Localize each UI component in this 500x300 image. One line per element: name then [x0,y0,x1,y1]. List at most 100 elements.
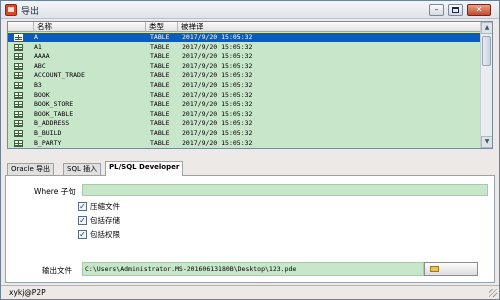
table-icon [14,82,23,89]
scroll-up-button[interactable]: ▲ [481,22,492,34]
resize-grip-icon[interactable] [489,289,497,297]
scroll-thumb[interactable] [482,36,491,66]
row-name: BOOK_TABLE [34,109,74,118]
list-header: 名称 类型 被禅译 [8,22,480,32]
tab-oracle-export[interactable]: Oracle 导出 [7,163,55,175]
minimize-button[interactable]: – [429,4,444,16]
table-row[interactable]: BOOK TABLE 2017/9/20 15:05:32 [8,91,480,100]
row-date: 2017/9/20 15:05:32 [182,33,253,41]
maximize-button[interactable] [448,4,463,16]
export-window: 导出 – ✕ 名称 类型 被禅译 A TABLE 2017/9/20 15:05:3… [0,0,500,300]
column-header-name[interactable]: 名称 [34,22,146,32]
output-file-label: 输出文件 [42,266,72,275]
row-type: TABLE [150,109,170,118]
table-icon [14,43,23,51]
row-name: A1 [34,42,42,51]
folder-icon [430,266,439,272]
row-type: TABLE [150,129,170,137]
row-date: 2017/9/20 15:05:32 [182,100,253,109]
table-row[interactable]: B_ADDRESS TABLE 2017/9/20 15:05:32 [8,119,480,128]
include-privileges-checkbox[interactable]: ✓ [78,230,87,239]
vertical-scrollbar[interactable]: ▲ ▼ [480,22,492,148]
table-row[interactable]: B3 TABLE 2017/9/20 15:05:32 [8,81,480,90]
table-icon [14,91,23,99]
row-name: BOOK [34,90,50,99]
export-options-panel: Where 子句 ✓ 压缩文件 ✓ 包括存储 ✓ 包括权限 输出文件 C:\Us… [5,175,495,283]
row-type: TABLE [150,52,170,61]
row-name: B_PARTY [34,138,62,147]
row-name: A [34,33,38,41]
close-icon: ✕ [475,5,483,14]
app-icon [5,4,17,16]
table-row[interactable]: A1 TABLE 2017/9/20 15:05:32 [8,43,480,52]
row-name: B_ADDRESS [34,119,70,128]
row-type: TABLE [150,81,170,89]
row-date: 2017/9/20 15:05:32 [182,71,253,80]
table-row[interactable]: ABC TABLE 2017/9/20 15:05:32 [8,62,480,71]
row-name: ACCOUNT_TRADE [34,71,85,80]
title-bar[interactable]: 导出 – ✕ [1,1,499,19]
row-type: TABLE [150,100,170,109]
where-clause-label: Where 子句 [34,187,76,196]
header-icon-column [8,22,34,32]
row-date: 2017/9/20 15:05:32 [182,42,253,51]
table-row[interactable]: ACCOUNT_TRADE TABLE 2017/9/20 15:05:32 [8,71,480,80]
where-clause-input[interactable] [82,184,488,196]
maximize-icon [452,7,459,13]
table-row[interactable]: BOOK_TABLE TABLE 2017/9/20 15:05:32 [8,110,480,119]
table-row[interactable]: AAAA TABLE 2017/9/20 15:05:32 [8,52,480,61]
row-date: 2017/9/20 15:05:32 [182,119,253,128]
row-date: 2017/9/20 15:05:32 [182,129,253,137]
include-storage-checkbox[interactable]: ✓ [78,216,87,225]
connection-status: xykj@P2P [9,288,46,297]
table-row[interactable]: A TABLE 2017/9/20 15:05:32 [8,33,480,42]
row-name: B_BUILD [34,129,62,137]
table-row[interactable]: B_BUILD TABLE 2017/9/20 15:05:32 [8,129,480,138]
row-type: TABLE [150,71,170,80]
row-type: TABLE [150,138,170,147]
compress-checkbox[interactable]: ✓ [78,202,87,211]
list-body: A TABLE 2017/9/20 15:05:32 A1 TABLE 2017/9/20… [8,33,480,148]
table-icon [14,62,23,70]
tab-bar: Oracle 导出 SQL 插入 PL/SQL Developer [7,161,495,176]
scroll-down-button[interactable]: ▼ [481,136,492,148]
table-icon [14,110,23,118]
column-header-date[interactable]: 被禅译 [178,22,480,32]
row-date: 2017/9/20 15:05:32 [182,109,253,118]
table-icon [14,72,23,80]
table-icon [14,34,23,41]
row-name: AAAA [34,52,50,61]
table-icon [14,101,23,109]
include-storage-label: 包括存储 [90,216,120,225]
table-icon [14,139,23,147]
row-date: 2017/9/20 15:05:32 [182,52,253,61]
row-date: 2017/9/20 15:05:32 [182,61,253,70]
row-type: TABLE [150,33,170,41]
table-row[interactable]: B_PARTY TABLE 2017/9/20 15:05:32 [8,139,480,148]
row-name: B3 [34,81,42,89]
table-icon [14,130,23,137]
close-button[interactable]: ✕ [467,4,491,16]
window-title: 导出 [21,7,40,17]
row-type: TABLE [150,42,170,51]
browse-button[interactable] [424,262,478,276]
minimize-icon: – [434,5,439,14]
row-type: TABLE [150,119,170,128]
table-icon [14,53,23,61]
row-type: TABLE [150,90,170,99]
include-privileges-label: 包括权限 [90,230,120,239]
tab-sql-insert[interactable]: SQL 插入 [63,163,102,175]
table-row[interactable]: BOOK_STORE TABLE 2017/9/20 15:05:32 [8,100,480,109]
row-date: 2017/9/20 15:05:32 [182,90,253,99]
row-date: 2017/9/20 15:05:32 [182,81,253,89]
object-list[interactable]: 名称 类型 被禅译 A TABLE 2017/9/20 15:05:32 A1 TABL… [7,21,493,149]
output-file-input[interactable]: C:\Users\Administrator.MS-20160613180B\D… [82,262,424,276]
compress-label: 压缩文件 [90,202,120,211]
tab-plsql-developer[interactable]: PL/SQL Developer [105,161,184,176]
row-type: TABLE [150,61,170,70]
status-bar: xykj@P2P [1,285,499,299]
column-header-type[interactable]: 类型 [146,22,178,32]
row-name: BOOK_STORE [34,100,74,109]
row-name: ABC [34,61,46,70]
row-date: 2017/9/20 15:05:32 [182,138,253,147]
